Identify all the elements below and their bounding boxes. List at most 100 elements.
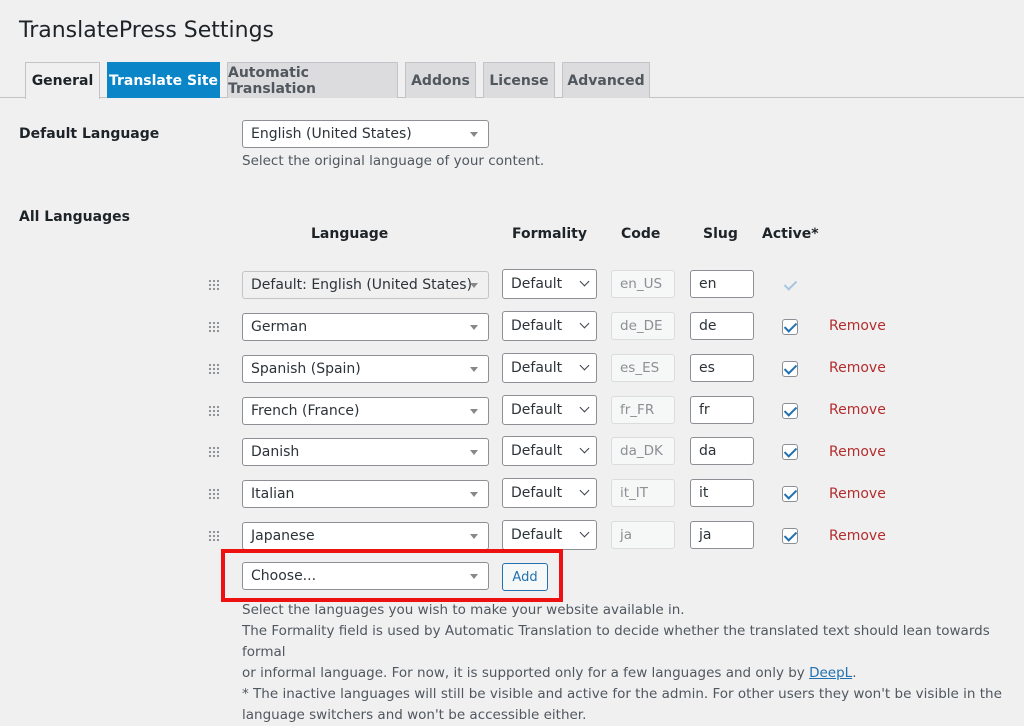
chevron-down-icon	[579, 527, 590, 538]
formality-value: Default	[511, 318, 563, 334]
language-value: Danish	[251, 444, 300, 460]
language-value: German	[251, 319, 308, 335]
slug-input[interactable]: ja	[690, 521, 754, 549]
caret-down-icon	[470, 534, 478, 539]
active-checkbox[interactable]	[782, 444, 798, 460]
slug-input[interactable]: en	[690, 270, 754, 298]
caret-down-icon	[470, 450, 478, 455]
remove-language-link[interactable]: Remove	[829, 360, 886, 376]
active-checkbox[interactable]	[782, 319, 798, 335]
language-select[interactable]: Danish	[242, 438, 489, 466]
slug-input[interactable]: de	[690, 312, 754, 340]
active-checkbox-disabled	[782, 277, 798, 293]
formality-select[interactable]: Default	[502, 478, 597, 508]
active-checkbox[interactable]	[782, 403, 798, 419]
chevron-down-icon	[579, 360, 590, 371]
help-line: Select the languages you wish to make yo…	[242, 602, 685, 618]
slug-input[interactable]: es	[690, 354, 754, 382]
remove-language-link[interactable]: Remove	[829, 318, 886, 334]
language-value: French (France)	[251, 403, 360, 419]
page-title: TranslatePress Settings	[19, 18, 275, 43]
slug-input[interactable]: fr	[690, 396, 754, 424]
formality-select[interactable]: Default	[502, 520, 597, 550]
remove-language-link[interactable]: Remove	[829, 528, 886, 544]
language-value: Default: English (United States)	[251, 277, 473, 293]
formality-value: Default	[511, 402, 563, 418]
chevron-down-icon	[579, 443, 590, 454]
drag-handle-icon[interactable]	[208, 446, 220, 458]
code-field: fr_FR	[611, 396, 675, 424]
formality-select[interactable]: Default	[502, 436, 597, 466]
help-line: The Formality field is used by Automatic…	[242, 623, 990, 660]
caret-down-icon	[470, 409, 478, 414]
column-header-formality: Formality	[512, 226, 587, 242]
language-select[interactable]: Japanese	[242, 522, 489, 550]
caret-down-icon	[470, 492, 478, 497]
help-text: .	[852, 665, 857, 681]
drag-handle-icon[interactable]	[208, 405, 220, 417]
formality-value: Default	[511, 360, 563, 376]
formality-select[interactable]: Default	[502, 395, 597, 425]
default-language-value: English (United States)	[251, 126, 412, 142]
drag-handle-icon[interactable]	[208, 321, 220, 333]
remove-language-link[interactable]: Remove	[829, 444, 886, 460]
help-text: or informal language. For now, it is sup…	[242, 665, 810, 681]
help-line: language switchers and won't be accessib…	[242, 707, 587, 723]
help-line: * The inactive languages will still be v…	[242, 686, 1002, 702]
drag-handle-icon[interactable]	[208, 530, 220, 542]
active-checkbox[interactable]	[782, 528, 798, 544]
column-header-code: Code	[621, 226, 661, 242]
active-checkbox[interactable]	[782, 486, 798, 502]
slug-input[interactable]: it	[690, 479, 754, 507]
language-value: Italian	[251, 486, 295, 502]
active-checkbox[interactable]	[782, 361, 798, 377]
language-select[interactable]: German	[242, 313, 489, 341]
language-select-default: Default: English (United States)	[242, 271, 489, 299]
chevron-down-icon	[579, 276, 590, 287]
code-field: es_ES	[611, 354, 675, 382]
remove-language-link[interactable]: Remove	[829, 486, 886, 502]
drag-handle-icon[interactable]	[208, 279, 220, 291]
default-language-label: Default Language	[19, 126, 160, 142]
slug-input[interactable]: da	[690, 437, 754, 465]
language-select[interactable]: Spanish (Spain)	[242, 355, 489, 383]
column-header-active: Active*	[762, 226, 819, 242]
formality-select[interactable]: Default	[502, 311, 597, 341]
highlight-box	[221, 549, 563, 602]
tab-translate-site[interactable]: Translate Site	[107, 62, 220, 98]
column-header-language: Language	[311, 226, 389, 242]
drag-handle-icon[interactable]	[208, 488, 220, 500]
language-select[interactable]: Italian	[242, 480, 489, 508]
tab-general[interactable]: General	[25, 62, 100, 99]
code-field: da_DK	[611, 437, 675, 465]
deepl-link[interactable]: DeepL	[809, 665, 852, 681]
tab-automatic-translation[interactable]: Automatic Translation	[227, 62, 398, 98]
drag-handle-icon[interactable]	[208, 363, 220, 375]
tab-advanced[interactable]: Advanced	[562, 62, 650, 98]
chevron-down-icon	[579, 318, 590, 329]
language-select[interactable]: French (France)	[242, 397, 489, 425]
help-line: or informal language. For now, it is sup…	[242, 663, 1024, 684]
tab-license[interactable]: License	[483, 62, 555, 98]
code-field: it_IT	[611, 479, 675, 507]
tab-addons[interactable]: Addons	[405, 62, 476, 98]
remove-language-link[interactable]: Remove	[829, 402, 886, 418]
chevron-down-icon	[579, 485, 590, 496]
formality-select[interactable]: Default	[502, 269, 597, 299]
language-value: Japanese	[251, 528, 315, 544]
code-field: ja	[611, 521, 675, 549]
caret-down-icon	[470, 367, 478, 372]
code-field: de_DE	[611, 312, 675, 340]
formality-select[interactable]: Default	[502, 353, 597, 383]
caret-down-icon	[470, 132, 478, 137]
default-language-select[interactable]: English (United States)	[242, 120, 489, 148]
language-value: Spanish (Spain)	[251, 361, 361, 377]
languages-help-text: Select the languages you wish to make yo…	[242, 600, 1024, 726]
column-header-slug: Slug	[703, 226, 738, 242]
formality-value: Default	[511, 527, 563, 543]
formality-value: Default	[511, 276, 563, 292]
all-languages-label: All Languages	[19, 209, 130, 225]
code-field: en_US	[611, 270, 675, 298]
caret-down-icon	[470, 325, 478, 330]
chevron-down-icon	[579, 402, 590, 413]
